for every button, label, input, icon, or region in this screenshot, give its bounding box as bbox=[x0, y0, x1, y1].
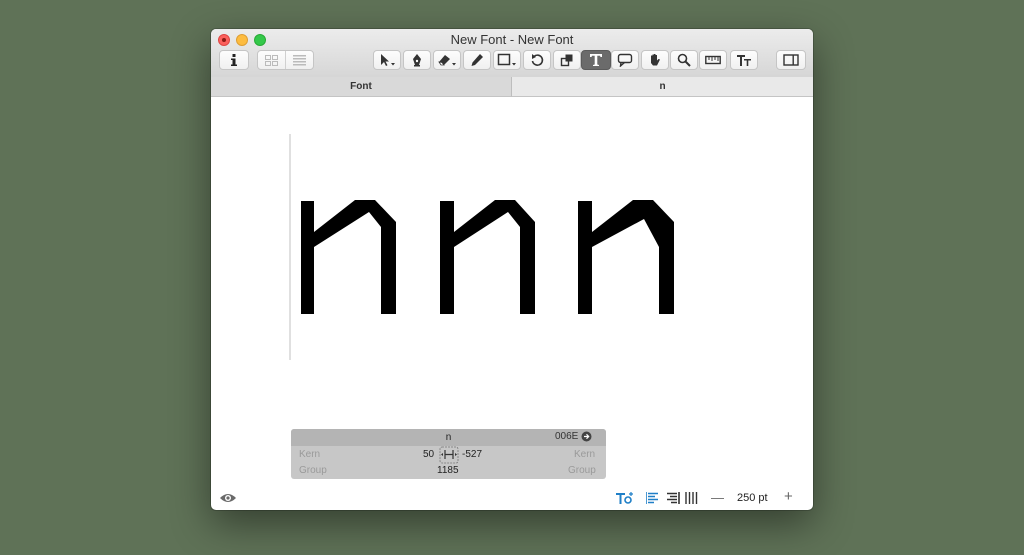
text-tool-icon bbox=[590, 54, 602, 66]
align-justify-icon[interactable] bbox=[685, 492, 698, 504]
list-view-icon bbox=[293, 54, 306, 65]
text-tool-button[interactable] bbox=[581, 50, 611, 70]
scale-tool-icon bbox=[560, 54, 573, 67]
right-sidebearing-value[interactable]: -527 bbox=[462, 449, 482, 460]
glyph-info-panel: n 006E Kern Kern 50 -527 Group Group 118… bbox=[291, 429, 606, 479]
draw-tool-icon bbox=[413, 54, 421, 67]
eraser-tool-button[interactable] bbox=[433, 50, 461, 70]
metrics-link-icon[interactable] bbox=[438, 446, 460, 464]
edit-canvas[interactable]: n 006E Kern Kern 50 -527 Group Group 118… bbox=[211, 97, 813, 510]
zoom-level[interactable]: 250 pt bbox=[737, 492, 768, 504]
text-size-button[interactable] bbox=[730, 50, 758, 70]
left-kern-label: Kern bbox=[299, 449, 321, 460]
hand-tool-icon bbox=[651, 54, 660, 66]
text-size-icon bbox=[737, 55, 751, 66]
zoom-out-button[interactable]: — bbox=[711, 490, 724, 505]
draw-tool-button[interactable] bbox=[403, 50, 431, 70]
glyph-name-label: n bbox=[445, 432, 452, 443]
grid-view-button[interactable] bbox=[258, 51, 286, 69]
zoom-tool-button[interactable] bbox=[670, 50, 698, 70]
hand-tool-button[interactable] bbox=[641, 50, 669, 70]
eye-icon[interactable] bbox=[219, 492, 237, 504]
edit-tabs: Font n bbox=[211, 77, 813, 97]
window-title: New Font - New Font bbox=[450, 32, 574, 47]
right-kern-label: Kern bbox=[574, 449, 596, 460]
pencil-tool-icon bbox=[471, 54, 483, 66]
rotate-tool-button[interactable] bbox=[523, 50, 551, 70]
align-right-icon[interactable] bbox=[667, 492, 680, 504]
grid-view-icon bbox=[265, 54, 278, 66]
sidebar-toggle-button[interactable] bbox=[776, 50, 806, 70]
rectangle-tool-button[interactable] bbox=[493, 50, 521, 70]
list-view-button[interactable] bbox=[286, 51, 313, 69]
unicode-value: 006E bbox=[555, 431, 579, 442]
annotation-tool-icon bbox=[617, 53, 633, 67]
glyph-n-2[interactable] bbox=[440, 200, 535, 314]
app-window: New Font - New Font Font n n 006E Kern K… bbox=[211, 29, 813, 510]
pencil-tool-button[interactable] bbox=[463, 50, 491, 70]
glyph-n-3[interactable] bbox=[578, 200, 674, 314]
scale-tool-button[interactable] bbox=[553, 50, 581, 70]
rectangle-tool-icon bbox=[497, 53, 516, 66]
title-bar: New Font - New Font bbox=[211, 29, 813, 78]
select-tool-icon bbox=[381, 54, 395, 66]
measure-tool-button[interactable] bbox=[699, 50, 727, 70]
info-icon bbox=[231, 54, 237, 66]
measure-tool-icon bbox=[705, 55, 721, 65]
status-bar: — 250 pt + bbox=[211, 487, 813, 510]
unicode-link[interactable]: 006E bbox=[555, 431, 592, 442]
arrow-right-circle-icon bbox=[581, 431, 592, 442]
zoom-tool-icon bbox=[677, 53, 691, 67]
align-left-icon[interactable] bbox=[646, 492, 659, 504]
zoom-in-button[interactable]: + bbox=[784, 488, 793, 505]
glyph-width-value[interactable]: 1185 bbox=[437, 465, 459, 476]
tab-font[interactable]: Font bbox=[211, 77, 512, 97]
left-group-label: Group bbox=[299, 465, 327, 476]
tab-glyph-n[interactable]: n bbox=[512, 77, 813, 97]
select-tool-button[interactable] bbox=[373, 50, 401, 70]
eraser-tool-icon bbox=[438, 55, 456, 66]
info-button[interactable] bbox=[219, 50, 249, 70]
sidebar-toggle-icon bbox=[783, 54, 799, 66]
text-options-icon[interactable] bbox=[616, 491, 634, 505]
glyph-n-1[interactable] bbox=[301, 200, 396, 314]
annotation-tool-button[interactable] bbox=[611, 50, 639, 70]
left-sidebearing-value[interactable]: 50 bbox=[423, 449, 434, 460]
right-group-label: Group bbox=[568, 465, 596, 476]
rotate-tool-icon bbox=[531, 54, 544, 66]
view-mode-control bbox=[257, 50, 314, 70]
